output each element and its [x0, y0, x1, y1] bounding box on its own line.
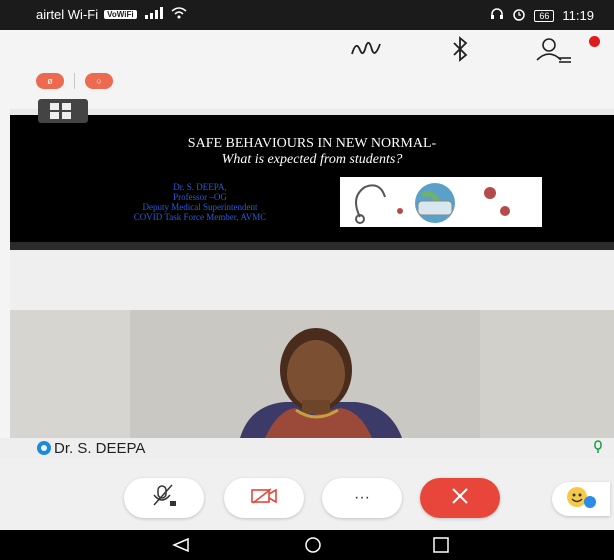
shared-screen: SAFE BEHAVIOURS IN NEW NORMAL- What is e…	[10, 109, 614, 250]
covid-illustration	[340, 177, 542, 227]
alarm-icon	[512, 7, 526, 24]
presenter-line: Deputy Medical Superintendent	[142, 202, 258, 212]
call-controls: ···	[0, 458, 614, 530]
home-icon[interactable]	[304, 537, 322, 558]
recording-pill[interactable]: ○	[85, 73, 113, 89]
slide-title: SAFE BEHAVIOURS IN NEW NORMAL-	[187, 136, 437, 151]
more-options-button[interactable]: ···	[322, 478, 402, 518]
headset-icon	[490, 8, 504, 23]
presenter-line: Professor –OG	[173, 192, 227, 202]
scribble-icon[interactable]	[350, 36, 382, 67]
globe-icon	[37, 441, 51, 455]
shared-taskbar	[10, 242, 614, 250]
participants-icon[interactable]	[535, 36, 575, 71]
hang-up-button[interactable]	[420, 478, 500, 518]
participant-name: Dr. S. DEEPA	[54, 440, 146, 457]
battery-indicator: 66	[534, 9, 555, 22]
back-icon[interactable]	[172, 537, 190, 558]
wifi-icon	[171, 7, 187, 22]
carrier-label: airtel Wi-Fi	[36, 7, 99, 22]
android-navbar	[0, 530, 614, 560]
video-off-icon	[249, 485, 279, 512]
recents-icon[interactable]	[432, 537, 450, 558]
reactions-button[interactable]	[552, 482, 610, 516]
mute-button[interactable]	[124, 478, 204, 518]
camera-button[interactable]	[224, 478, 304, 518]
notification-dot	[589, 36, 600, 47]
shared-browser-bar	[10, 109, 614, 115]
participant-nametag: Dr. S. DEEPA	[0, 438, 614, 458]
status-pills: ø ○	[36, 73, 113, 89]
mic-icon	[592, 440, 604, 457]
slide-subtitle: What is expected from students?	[221, 152, 403, 167]
vowifi-badge: VoWiFi	[104, 10, 137, 19]
divider	[74, 73, 75, 89]
muted-pill[interactable]: ø	[36, 73, 64, 89]
spacer	[10, 250, 614, 310]
bluetooth-icon[interactable]	[450, 36, 470, 69]
clock: 11:19	[562, 8, 594, 23]
close-icon	[450, 486, 470, 511]
emoji-icon	[564, 484, 598, 515]
meeting-toolbar	[0, 30, 614, 70]
signal-icon	[143, 7, 165, 22]
grid-layout-icon[interactable]	[38, 99, 88, 123]
participant-video[interactable]	[10, 310, 614, 438]
presenter-line: COVID Task Force Member, AVMC	[133, 212, 267, 222]
presenter-line: Dr. S. DEEPA,	[173, 182, 227, 192]
mic-off-icon	[148, 483, 180, 514]
status-bar: airtel Wi-Fi VoWiFi 66 11:19	[0, 0, 614, 30]
presenter-info: Dr. S. DEEPA, Professor –OG Deputy Medic…	[80, 182, 320, 222]
